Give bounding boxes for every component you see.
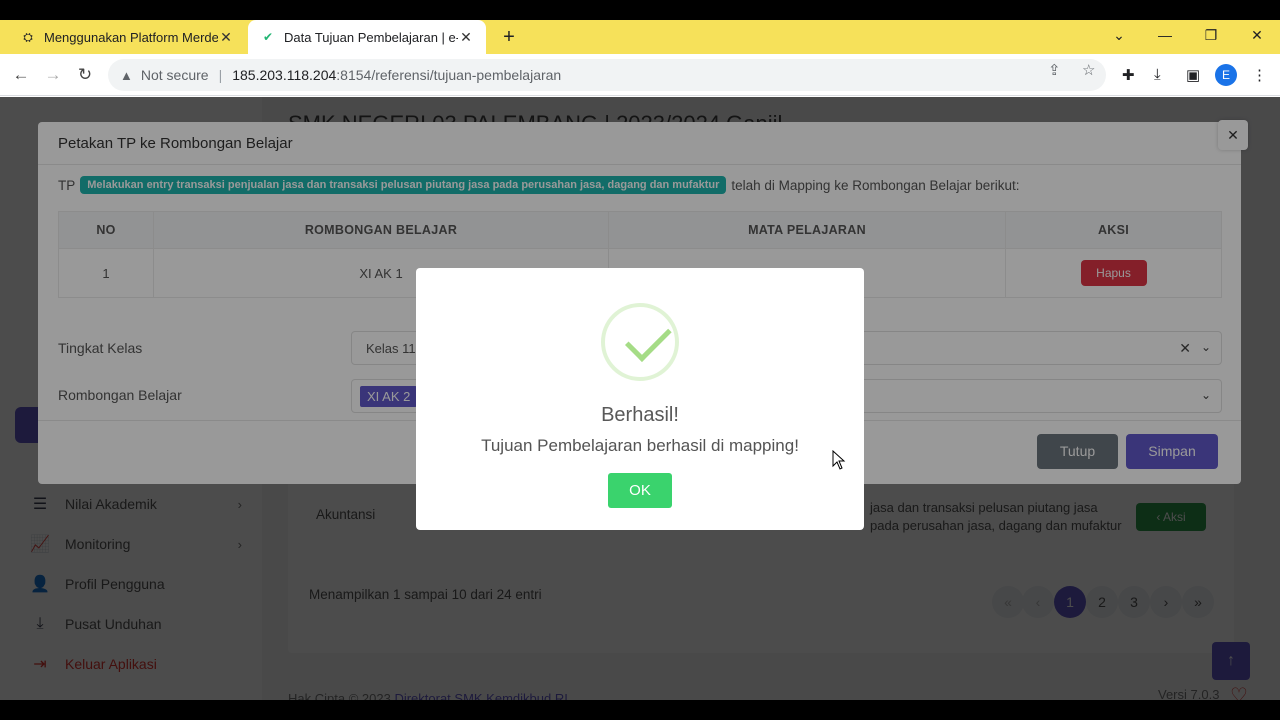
browser-toolbar: ← → ↻ ▲ Not secure | 185.203.118.204 :81…: [0, 54, 1280, 96]
tab-title: Menggunakan Platform Merdek: [44, 29, 218, 45]
erapor-icon: ✔: [262, 30, 274, 44]
share-icon[interactable]: ⇪: [1048, 61, 1061, 79]
tab-tujuan-pembelajaran[interactable]: ✔ Data Tujuan Pembelajaran | e-Ra ✕: [248, 20, 486, 54]
letterbox-top: [0, 0, 1280, 20]
check-mark: [625, 315, 672, 362]
alert-title: Berhasil!: [601, 404, 679, 426]
tab-strip: ⛭ Menggunakan Platform Merdek ✕ ✔ Data T…: [0, 20, 1280, 54]
success-alert: Berhasil! Tujuan Pembelajaran berhasil d…: [416, 268, 864, 530]
minimize-button[interactable]: —: [1142, 20, 1188, 54]
letterbox-bottom: [0, 700, 1280, 720]
warning-icon: ▲: [120, 67, 133, 83]
restore-button[interactable]: ❐: [1188, 20, 1234, 54]
tab-title: Data Tujuan Pembelajaran | e-Ra: [284, 29, 458, 45]
side-panel-icon[interactable]: ▣: [1186, 66, 1200, 84]
close-icon[interactable]: ✕: [218, 29, 234, 46]
extensions-icon[interactable]: ✚: [1122, 66, 1135, 84]
separator: |: [218, 67, 223, 83]
mouse-cursor-icon: [832, 450, 846, 470]
tab-platform-merdeka[interactable]: ⛭ Menggunakan Platform Merdek ✕: [8, 20, 246, 54]
download-icon[interactable]: ⤓: [1154, 66, 1161, 83]
tab-search-icon[interactable]: ⌄: [1096, 20, 1142, 54]
forward-icon[interactable]: →: [40, 62, 66, 88]
profile-avatar[interactable]: E: [1215, 64, 1237, 86]
url-host: 185.203.118.204: [232, 67, 337, 83]
screen: ⛭ Menggunakan Platform Merdek ✕ ✔ Data T…: [0, 20, 1280, 700]
alert-text: Tujuan Pembelajaran berhasil di mapping!: [481, 436, 799, 455]
reload-icon[interactable]: ↻: [72, 62, 98, 88]
ok-button[interactable]: OK: [608, 473, 672, 508]
success-check-icon: [601, 303, 679, 381]
star-icon[interactable]: ☆: [1082, 61, 1095, 79]
window-close-button[interactable]: ✕: [1234, 20, 1280, 54]
new-tab-button[interactable]: +: [498, 26, 520, 48]
menu-icon[interactable]: ⋮: [1252, 66, 1267, 84]
address-bar[interactable]: ▲ Not secure | 185.203.118.204 :8154/ref…: [108, 59, 1106, 91]
back-icon[interactable]: ←: [8, 62, 34, 88]
grid-icon: ⛭: [23, 29, 33, 44]
close-icon[interactable]: ✕: [458, 29, 474, 46]
url-path: :8154/referensi/tujuan-pembelajaran: [336, 67, 562, 83]
security-label: Not secure: [140, 67, 209, 83]
